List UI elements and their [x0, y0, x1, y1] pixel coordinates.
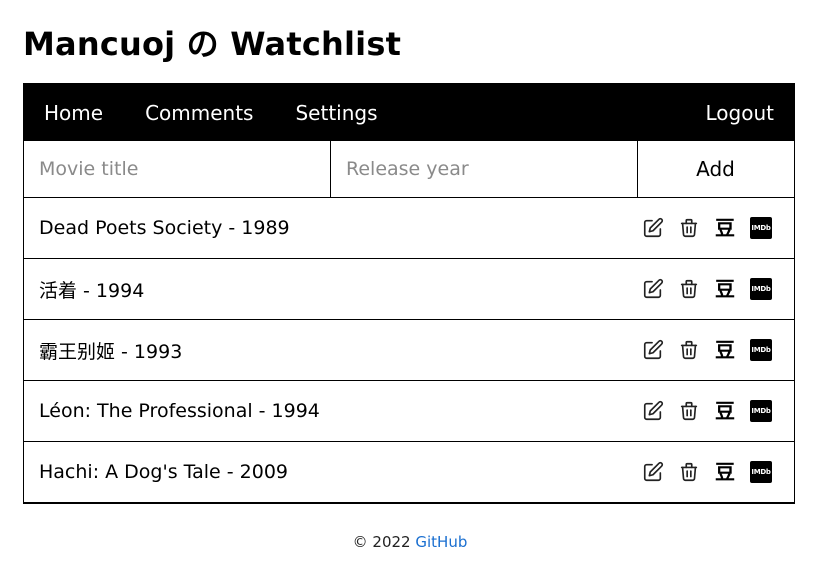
- imdb-icon: IMDb: [750, 339, 772, 361]
- nav-logout-link[interactable]: Logout: [706, 101, 774, 125]
- douban-icon[interactable]: 豆: [713, 399, 737, 423]
- trash-icon[interactable]: [677, 216, 701, 240]
- trash-icon[interactable]: [677, 277, 701, 301]
- movie-actions: 豆 IMDb: [629, 399, 773, 423]
- movie-row: Léon: The Professional - 1994 豆 IMDb: [24, 381, 794, 442]
- imdb-icon: IMDb: [750, 278, 772, 300]
- trash-icon[interactable]: [677, 338, 701, 362]
- copyright-text: © 2022: [352, 533, 411, 551]
- movie-actions: 豆 IMDb: [629, 277, 773, 301]
- movie-actions: 豆 IMDb: [629, 216, 773, 240]
- add-button[interactable]: Add: [638, 141, 793, 197]
- nav-home-link[interactable]: Home: [44, 101, 103, 125]
- imdb-icon: IMDb: [750, 461, 772, 483]
- movie-row: Hachi: A Dog's Tale - 2009 豆 IMDb: [24, 442, 794, 502]
- nav-settings-link[interactable]: Settings: [295, 101, 377, 125]
- main-container: Home Comments Settings Logout Add Dead P…: [23, 83, 795, 504]
- movie-row: Dead Poets Society - 1989 豆 IMDb: [24, 198, 794, 259]
- movie-title: Léon: The Professional - 1994: [39, 400, 320, 422]
- page-title: Mancuoj の Watchlist: [23, 25, 402, 63]
- navbar: Home Comments Settings Logout: [24, 84, 794, 141]
- github-link[interactable]: GitHub: [415, 533, 467, 551]
- edit-icon[interactable]: [641, 399, 665, 423]
- movie-list: Dead Poets Society - 1989 豆 IMDb 活着 - 19…: [24, 198, 794, 502]
- movie-row: 活着 - 1994 豆 IMDb: [24, 259, 794, 320]
- imdb-icon-wrapper[interactable]: IMDb: [749, 338, 773, 362]
- movie-title: Hachi: A Dog's Tale - 2009: [39, 461, 289, 483]
- movie-title: 霸王别姬 - 1993: [39, 340, 183, 363]
- imdb-icon-wrapper[interactable]: IMDb: [749, 399, 773, 423]
- movie-title: Dead Poets Society - 1989: [39, 217, 290, 239]
- movie-row: 霸王别姬 - 1993 豆 IMDb: [24, 320, 794, 381]
- page: Mancuoj の Watchlist Home Comments Settin…: [0, 0, 820, 578]
- movie-title-input[interactable]: [24, 141, 331, 197]
- imdb-icon-wrapper[interactable]: IMDb: [749, 216, 773, 240]
- imdb-icon: IMDb: [750, 400, 772, 422]
- movie-actions: 豆 IMDb: [629, 338, 773, 362]
- nav-comments-link[interactable]: Comments: [145, 101, 253, 125]
- footer: © 2022 GitHub: [0, 533, 820, 551]
- edit-icon[interactable]: [641, 460, 665, 484]
- imdb-icon-wrapper[interactable]: IMDb: [749, 277, 773, 301]
- douban-icon[interactable]: 豆: [713, 338, 737, 362]
- edit-icon[interactable]: [641, 216, 665, 240]
- douban-icon[interactable]: 豆: [713, 277, 737, 301]
- edit-icon[interactable]: [641, 277, 665, 301]
- edit-icon[interactable]: [641, 338, 665, 362]
- movie-actions: 豆 IMDb: [629, 460, 773, 484]
- imdb-icon: IMDb: [750, 217, 772, 239]
- release-year-input[interactable]: [331, 141, 638, 197]
- douban-icon[interactable]: 豆: [713, 460, 737, 484]
- movie-title: 活着 - 1994: [39, 279, 145, 302]
- trash-icon[interactable]: [677, 460, 701, 484]
- add-movie-form: Add: [24, 141, 794, 198]
- imdb-icon-wrapper[interactable]: IMDb: [749, 460, 773, 484]
- trash-icon[interactable]: [677, 399, 701, 423]
- douban-icon[interactable]: 豆: [713, 216, 737, 240]
